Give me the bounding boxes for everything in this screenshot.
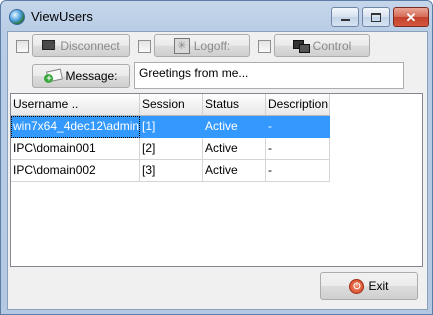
logoff-icon: ✳ (173, 37, 190, 54)
minimize-icon (340, 19, 350, 21)
cell-description: - (266, 160, 330, 182)
exit-button[interactable]: ⏻ Exit (320, 272, 418, 300)
table-row[interactable]: IPC\domain001 [2] Active - (11, 138, 330, 160)
title-bar[interactable]: ViewUsers ✕ (1, 1, 432, 31)
cell-status: Active (203, 160, 266, 182)
cell-status: Active (203, 138, 266, 160)
column-header-session[interactable]: Session (140, 94, 203, 116)
table-row[interactable]: win7x64_4dec12\admin [1] Active - (11, 116, 330, 138)
close-icon: ✕ (405, 9, 417, 25)
close-button[interactable]: ✕ (393, 7, 429, 27)
disconnect-button[interactable]: Disconnect (32, 34, 130, 57)
column-header-description[interactable]: Description (266, 94, 330, 116)
logoff-checkbox[interactable] (138, 40, 151, 53)
control-icon (292, 39, 310, 53)
message-icon (44, 70, 61, 83)
disconnect-icon (42, 39, 57, 53)
cell-session: [1] (140, 116, 203, 138)
power-icon: ⏻ (349, 278, 365, 294)
cell-username: win7x64_4dec12\admin (11, 116, 140, 138)
maximize-icon (371, 12, 381, 22)
message-input[interactable]: Greetings from me... (134, 62, 404, 89)
control-button[interactable]: Control (274, 34, 370, 57)
table-row[interactable]: IPC\domain002 [3] Active - (11, 160, 330, 182)
logoff-label: Logoff: (193, 38, 231, 53)
table-header: Username .. Session Status Description (11, 94, 330, 116)
maximize-button[interactable] (362, 7, 390, 27)
control-label: Control (312, 38, 352, 53)
window-title: ViewUsers (31, 9, 93, 24)
column-header-username[interactable]: Username .. (11, 94, 140, 116)
users-table[interactable]: Username .. Session Status Description w… (10, 93, 423, 267)
message-label: Message: (65, 69, 118, 83)
disconnect-checkbox[interactable] (16, 40, 29, 53)
cell-username: IPC\domain001 (11, 138, 140, 160)
control-checkbox[interactable] (258, 40, 271, 53)
viewusers-window: ViewUsers ✕ Disconnect ✳ Logoff: Control (0, 0, 433, 315)
globe-icon (9, 9, 25, 25)
cell-status: Active (203, 116, 266, 138)
exit-label: Exit (368, 279, 389, 293)
minimize-button[interactable] (331, 7, 359, 27)
message-button[interactable]: Message: (32, 64, 130, 88)
cell-description: - (266, 138, 330, 160)
cell-session: [3] (140, 160, 203, 182)
cell-session: [2] (140, 138, 203, 160)
disconnect-label: Disconnect (60, 38, 120, 53)
logoff-button[interactable]: ✳ Logoff: (154, 34, 250, 57)
column-header-status[interactable]: Status (203, 94, 266, 116)
client-area: Disconnect ✳ Logoff: Control Message: Gr… (7, 31, 428, 310)
cell-description: - (266, 116, 330, 138)
cell-username: IPC\domain002 (11, 160, 140, 182)
